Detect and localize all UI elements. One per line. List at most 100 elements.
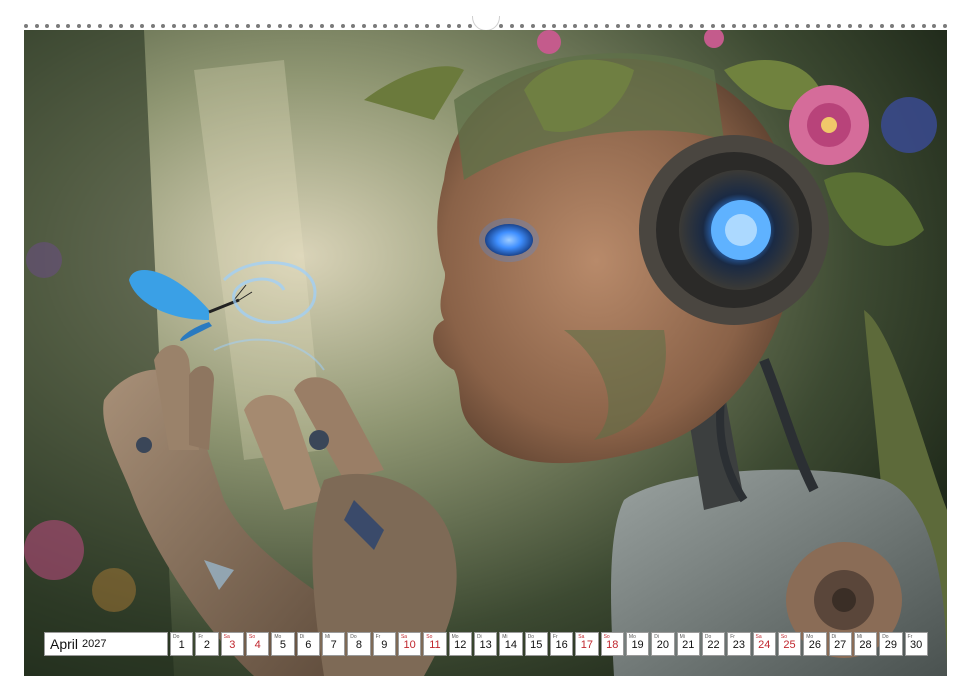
binding-ring <box>245 24 250 28</box>
binding-ring <box>435 24 440 28</box>
binding-ring <box>604 24 609 28</box>
day-cell: Di 20 <box>651 632 675 656</box>
day-number: 24 <box>758 639 771 651</box>
day-cell: So 4 <box>245 632 270 656</box>
day-cell: Fr 9 <box>372 632 396 656</box>
binding-ring <box>404 24 409 28</box>
binding-ring <box>193 24 197 28</box>
binding-ring <box>837 24 842 28</box>
binding-ring <box>414 24 419 28</box>
binding-ring <box>372 24 377 28</box>
binding-ring <box>499 24 504 28</box>
binding-ring <box>266 24 271 28</box>
binding-ring <box>393 24 398 28</box>
day-number: 6 <box>305 639 312 651</box>
binding-ring <box>66 24 71 28</box>
binding-ring <box>636 24 641 28</box>
binding-ring <box>879 24 884 28</box>
binding-ring <box>34 24 39 28</box>
day-number: 22 <box>707 639 720 651</box>
day-cell: Do 15 <box>524 632 548 656</box>
binding-ring <box>763 24 768 28</box>
day-cell: Di 13 <box>473 632 498 656</box>
day-cell: Mi 14 <box>499 632 523 656</box>
day-cell: Do 1 <box>170 632 194 656</box>
day-number: 11 <box>429 639 441 651</box>
binding-ring <box>203 24 208 28</box>
day-number: 19 <box>631 639 644 651</box>
day-number: 10 <box>403 639 416 651</box>
robot-child-illustration <box>24 30 947 676</box>
day-number: 1 <box>178 639 185 651</box>
day-cell: Mi 28 <box>853 632 878 656</box>
day-number: 9 <box>381 639 388 651</box>
day-number: 2 <box>203 639 211 651</box>
day-number: 29 <box>884 639 897 651</box>
day-cell: Fr 30 <box>904 632 928 656</box>
binding-ring <box>509 24 514 28</box>
binding-ring <box>24 24 28 28</box>
day-cell: Sa 17 <box>575 632 599 656</box>
calendar-strip: April 2027 Do 1 Fr 2 Sa 3 So 4 Mo 5 Di 6 Mi 7 Do 8 Fr 9 Sa… <box>44 632 928 656</box>
day-number: 21 <box>682 639 695 651</box>
binding-ring <box>700 24 704 28</box>
binding-ring <box>119 24 124 28</box>
binding-ring <box>826 24 831 28</box>
day-cell: So 11 <box>423 632 447 656</box>
binding-ring <box>97 24 102 28</box>
binding-ring <box>615 24 620 28</box>
binding-ring <box>858 24 863 28</box>
binding-ring <box>457 24 462 28</box>
calendar-photo <box>24 30 947 676</box>
binding-ring <box>573 24 578 28</box>
day-number: 23 <box>732 639 745 651</box>
binding-ring <box>45 24 50 28</box>
binding-ring <box>87 24 92 28</box>
binding-ring <box>742 24 747 28</box>
day-cell: Mo 26 <box>803 632 827 656</box>
binding-ring <box>583 24 588 28</box>
binding-ring <box>171 24 176 28</box>
binding-ring <box>816 24 821 28</box>
day-number: 25 <box>783 639 796 651</box>
binding-ring <box>784 24 789 28</box>
binding-ring <box>150 24 155 28</box>
binding-ring <box>224 24 229 28</box>
day-number: 15 <box>530 639 543 651</box>
day-number: 3 <box>229 639 236 651</box>
day-number: 18 <box>606 639 619 651</box>
binding-ring <box>911 24 916 28</box>
binding-ring <box>319 24 324 28</box>
day-number: 20 <box>656 639 670 651</box>
day-cell: Mo 12 <box>448 632 472 656</box>
day-number: 30 <box>910 639 923 651</box>
day-number: 13 <box>479 639 492 651</box>
binding-ring <box>108 24 113 28</box>
binding-ring <box>55 24 60 28</box>
day-number: 12 <box>454 639 467 651</box>
day-cell: Fr 16 <box>549 632 574 656</box>
binding-ring <box>446 24 451 28</box>
binding-ring <box>256 24 261 28</box>
binding-ring <box>298 24 303 28</box>
binding-ring <box>710 24 715 28</box>
binding-ring <box>182 24 187 28</box>
binding-ring <box>235 24 240 28</box>
day-cell: So 25 <box>777 632 802 656</box>
month-label: April 2027 <box>44 632 168 656</box>
binding-ring <box>647 24 652 28</box>
binding-ring <box>541 24 546 28</box>
binding-ring <box>847 24 852 28</box>
month-name: April <box>50 636 79 652</box>
binding-ring <box>869 24 873 28</box>
binding-ring <box>942 24 947 28</box>
day-cell: Sa 10 <box>397 632 422 656</box>
day-cell: Sa 3 <box>220 632 244 656</box>
binding-ring <box>140 24 145 28</box>
binding-ring <box>668 24 673 28</box>
binding-ring <box>362 24 366 28</box>
binding-ring <box>129 24 134 28</box>
binding-ring <box>657 24 662 28</box>
binding-ring <box>520 24 525 28</box>
day-cell: Di 27 <box>828 632 852 656</box>
